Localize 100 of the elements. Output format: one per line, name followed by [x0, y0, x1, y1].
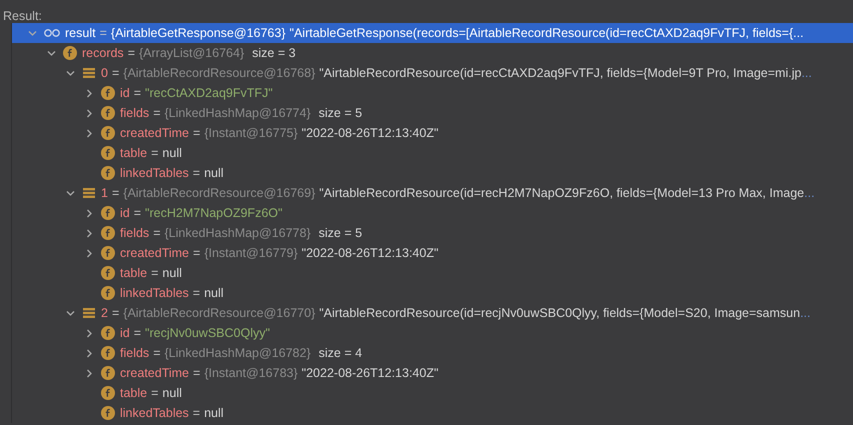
field-icon [101, 406, 115, 420]
variable-value: "2022-08-26T12:13:40Z" [302, 246, 438, 260]
panel-title: Result: [3, 9, 42, 23]
tree-row[interactable]: table = null [12, 143, 853, 163]
variable-name: result [65, 26, 96, 40]
variable-name: table [120, 146, 148, 160]
field-icon [101, 346, 115, 360]
field-icon [63, 46, 77, 60]
tree-row[interactable]: linkedTables = null [12, 403, 853, 423]
variable-name: records [82, 46, 124, 60]
equals-sign: = [193, 246, 200, 260]
list-icon [82, 186, 96, 200]
tree-row[interactable]: table = null [12, 383, 853, 403]
variable-name: 0 [101, 66, 108, 80]
variable-name: linkedTables [120, 406, 189, 420]
variable-name: id [120, 326, 130, 340]
variable-value: "AirtableGetResponse(records=[AirtableRecordResource(id=recCtAXD2aq9FvTFJ, fields={... [290, 26, 804, 40]
tree-row[interactable]: id = "recH2M7NapOZ9Fz6O" [12, 203, 853, 223]
tree-row[interactable]: createdTime = {Instant@16775} "2022-08-26T12:13:40Z" [12, 123, 853, 143]
tree-row[interactable]: 1 = {AirtableRecordResource@16769} "AirtableRecordResource(id=recH2M7NapOZ9Fz6O, fields={Model=13 Pro Max, Image... [12, 183, 853, 203]
chevron-right-icon[interactable] [85, 368, 94, 378]
tree-row[interactable]: fields = {LinkedHashMap@16782} size = 4 [12, 343, 853, 363]
field-icon [101, 366, 115, 380]
equals-sign: = [112, 306, 120, 320]
field-icon [101, 146, 115, 160]
variable-value: "AirtableRecordResource(id=recH2M7NapOZ9Fz6O, fields={Model=13 Pro Max, Image [319, 186, 804, 200]
variable-value: "recjNv0uwSBC0Qlyy" [145, 326, 270, 340]
equals-sign: = [192, 406, 200, 420]
variable-value: "2022-08-26T12:13:40Z" [302, 126, 438, 140]
tree-row[interactable]: createdTime = {Instant@16783} "2022-08-26T12:13:40Z" [12, 363, 853, 383]
tree-row[interactable]: createdTime = {Instant@16779} "2022-08-26T12:13:40Z" [12, 243, 853, 263]
field-icon [101, 266, 115, 280]
variable-value: "2022-08-26T12:13:40Z" [302, 366, 438, 380]
tree-row[interactable]: id = "recCtAXD2aq9FvTFJ" [12, 83, 853, 103]
tree-row[interactable]: fields = {LinkedHashMap@16774} size = 5 [12, 103, 853, 123]
type-label: {AirtableRecordResource@16768} [123, 66, 316, 80]
equals-sign: = [151, 386, 158, 400]
equals-sign: = [134, 86, 142, 100]
variable-name: 1 [101, 186, 108, 200]
variable-value: null [204, 406, 224, 420]
tree-row[interactable]: 0 = {AirtableRecordResource@16768} "AirtableRecordResource(id=recCtAXD2aq9FvTFJ, fields={Model=9T Pro, Image=mi.jp... [12, 63, 853, 83]
field-icon [101, 326, 115, 340]
type-label: {ArrayList@16764} [139, 46, 244, 60]
variable-name: createdTime [120, 246, 190, 260]
chevron-right-icon[interactable] [85, 108, 94, 118]
chevron-down-icon[interactable] [66, 68, 75, 78]
equals-sign: = [193, 126, 200, 140]
chevron-right-icon[interactable] [85, 88, 94, 98]
variable-name: linkedTables [120, 286, 189, 300]
chevron-right-icon[interactable] [85, 208, 94, 218]
tree-row[interactable]: result = {AirtableGetResponse@16763} "AirtableGetResponse(records=[AirtableRecordResource(id=recCtAXD2aq9FvTFJ, fields={... [12, 23, 853, 43]
variable-value: null [162, 266, 182, 280]
variable-name: fields [120, 226, 150, 240]
tree-row[interactable]: linkedTables = null [12, 163, 853, 183]
field-icon [101, 386, 115, 400]
variable-name: 2 [101, 306, 108, 320]
chevron-down-icon[interactable] [66, 308, 75, 318]
variable-name: createdTime [120, 126, 190, 140]
tree-row[interactable]: fields = {LinkedHashMap@16778} size = 5 [12, 223, 853, 243]
field-icon [101, 246, 115, 260]
chevron-right-icon[interactable] [85, 228, 94, 238]
chevron-right-icon[interactable] [85, 248, 94, 258]
field-icon [101, 286, 115, 300]
chevron-right-icon[interactable] [85, 328, 94, 338]
type-label: {AirtableRecordResource@16769} [123, 186, 316, 200]
equals-sign: = [112, 66, 120, 80]
variable-name: fields [120, 346, 150, 360]
variable-value: "recH2M7NapOZ9Fz6O" [145, 206, 282, 220]
chevron-down-icon[interactable] [47, 48, 56, 58]
tree-row[interactable]: id = "recjNv0uwSBC0Qlyy" [12, 323, 853, 343]
chevron-right-icon[interactable] [85, 348, 94, 358]
equals-sign: = [153, 346, 160, 360]
tree-row[interactable]: 2 = {AirtableRecordResource@16770} "AirtableRecordResource(id=recjNv0uwSBC0Qlyy, fields={Model=S20, Image=samsun... [12, 303, 853, 323]
list-icon [82, 66, 96, 80]
chevron-down-icon[interactable] [66, 188, 75, 198]
field-icon [101, 166, 115, 180]
equals-sign: = [192, 166, 200, 180]
equals-sign: = [134, 326, 142, 340]
variable-value: null [204, 166, 224, 180]
equals-sign: = [192, 286, 200, 300]
equals-sign: = [134, 206, 142, 220]
variable-name: linkedTables [120, 166, 189, 180]
tree-row[interactable]: table = null [12, 263, 853, 283]
variable-value: "recCtAXD2aq9FvTFJ" [145, 86, 273, 100]
type-label: {Instant@16783} [204, 366, 298, 380]
variable-name: fields [120, 106, 150, 120]
size-label: size = 5 [318, 106, 362, 120]
variable-value: null [162, 386, 182, 400]
variable-name: table [120, 386, 148, 400]
list-icon [82, 306, 96, 320]
field-icon [101, 206, 115, 220]
variable-value: null [204, 286, 224, 300]
field-icon [101, 86, 115, 100]
size-label: size = 4 [318, 346, 362, 360]
size-label: size = 5 [318, 226, 362, 240]
tree-row[interactable]: linkedTables = null [12, 283, 853, 303]
field-icon [101, 126, 115, 140]
chevron-right-icon[interactable] [85, 128, 94, 138]
tree-row[interactable]: records = {ArrayList@16764} size = 3 [12, 43, 853, 63]
equals-sign: = [151, 146, 158, 160]
